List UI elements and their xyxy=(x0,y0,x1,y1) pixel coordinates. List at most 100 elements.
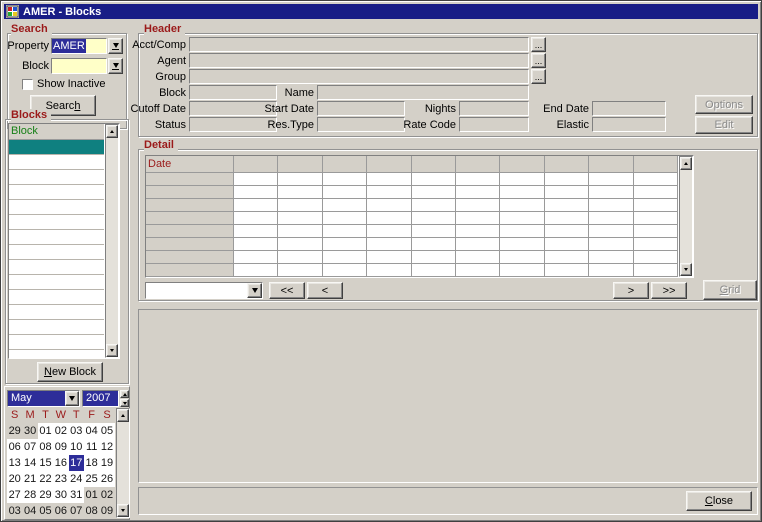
agent-lov-button[interactable]: ... xyxy=(531,53,546,68)
grid-cell[interactable] xyxy=(545,186,589,199)
block-list-row[interactable] xyxy=(9,230,104,245)
grid-cell[interactable] xyxy=(545,225,589,238)
new-block-button[interactable]: New Block xyxy=(37,362,103,382)
grid-button[interactable]: Grid xyxy=(703,280,757,300)
blocks-scrollbar[interactable] xyxy=(105,124,119,358)
calendar-day[interactable]: 01 xyxy=(38,423,53,439)
calendar-day[interactable]: 28 xyxy=(22,487,37,503)
calendar-day[interactable]: 31 xyxy=(69,487,84,503)
calendar-day[interactable]: 09 xyxy=(99,503,114,519)
grid-cell[interactable] xyxy=(500,238,544,251)
calendar-day[interactable]: 05 xyxy=(99,423,114,439)
grid-cell[interactable] xyxy=(500,212,544,225)
grid-cell[interactable] xyxy=(367,238,411,251)
grid-cell[interactable] xyxy=(634,212,678,225)
grid-cell[interactable] xyxy=(589,186,633,199)
grid-cell[interactable] xyxy=(589,212,633,225)
grid-cell[interactable] xyxy=(412,212,456,225)
grid-cell[interactable] xyxy=(456,186,500,199)
block-list-row[interactable] xyxy=(9,140,104,155)
grid-cell[interactable] xyxy=(278,251,322,264)
grid-cell[interactable] xyxy=(412,199,456,212)
block-list-row[interactable] xyxy=(9,155,104,170)
group-lov-button[interactable]: ... xyxy=(531,69,546,84)
grid-cell[interactable] xyxy=(234,225,278,238)
calendar-day[interactable]: 07 xyxy=(22,439,37,455)
elastic-field[interactable] xyxy=(592,117,666,132)
calendar-day[interactable]: 06 xyxy=(7,439,22,455)
calendar-day[interactable]: 01 xyxy=(84,487,99,503)
calendar-day[interactable]: 23 xyxy=(53,471,68,487)
grid-cell[interactable] xyxy=(545,212,589,225)
calendar-month-select[interactable]: May xyxy=(7,390,80,407)
chevron-down-icon[interactable] xyxy=(65,391,79,406)
detail-view-select[interactable] xyxy=(145,282,263,299)
calendar-day[interactable]: 09 xyxy=(53,439,68,455)
chevron-down-icon[interactable] xyxy=(247,283,262,298)
grid-cell[interactable] xyxy=(278,199,322,212)
grid-cell[interactable] xyxy=(634,199,678,212)
end-date-field[interactable] xyxy=(592,101,666,116)
grid-cell[interactable] xyxy=(589,199,633,212)
block-list-row[interactable] xyxy=(9,200,104,215)
calendar-day[interactable]: 29 xyxy=(38,487,53,503)
grid-cell[interactable] xyxy=(367,186,411,199)
calendar-day[interactable]: 11 xyxy=(84,439,99,455)
grid-cell[interactable] xyxy=(278,212,322,225)
grid-cell[interactable] xyxy=(234,173,278,186)
grid-cell[interactable] xyxy=(412,173,456,186)
block-list-row[interactable] xyxy=(9,170,104,185)
nav-prev-button[interactable]: < xyxy=(307,282,343,299)
grid-cell[interactable] xyxy=(500,264,544,277)
grid-cell[interactable] xyxy=(278,238,322,251)
grid-cell[interactable] xyxy=(234,251,278,264)
block-list-row[interactable] xyxy=(9,305,104,320)
grid-cell[interactable] xyxy=(412,264,456,277)
calendar-scrollbar[interactable] xyxy=(116,408,130,518)
grid-cell[interactable] xyxy=(412,225,456,238)
grid-cell[interactable] xyxy=(234,264,278,277)
scroll-down-icon[interactable] xyxy=(680,263,692,276)
grid-cell[interactable] xyxy=(323,173,367,186)
grid-cell[interactable] xyxy=(634,225,678,238)
calendar-day[interactable]: 24 xyxy=(69,471,84,487)
calendar-day[interactable]: 03 xyxy=(69,423,84,439)
block-list-row[interactable] xyxy=(9,275,104,290)
grid-cell[interactable] xyxy=(500,225,544,238)
grid-cell[interactable] xyxy=(634,251,678,264)
calendar-day[interactable]: 21 xyxy=(22,471,37,487)
calendar-day[interactable]: 25 xyxy=(84,471,99,487)
calendar-year-input[interactable]: 2007 xyxy=(82,390,119,407)
grid-cell[interactable] xyxy=(323,238,367,251)
grid-cell[interactable] xyxy=(278,264,322,277)
calendar-day[interactable]: 04 xyxy=(22,503,37,519)
block-list-row[interactable] xyxy=(9,245,104,260)
grid-cell[interactable] xyxy=(412,238,456,251)
calendar-day[interactable]: 29 xyxy=(7,423,22,439)
grid-cell[interactable] xyxy=(589,251,633,264)
nav-next-button[interactable]: > xyxy=(613,282,649,299)
calendar-day[interactable]: 02 xyxy=(99,487,114,503)
calendar-day[interactable]: 26 xyxy=(99,471,114,487)
grid-cell[interactable] xyxy=(367,199,411,212)
grid-cell[interactable] xyxy=(589,173,633,186)
grid-cell[interactable] xyxy=(234,199,278,212)
calendar-day[interactable]: 03 xyxy=(7,503,22,519)
scroll-down-icon[interactable] xyxy=(106,344,118,357)
grid-cell[interactable] xyxy=(367,225,411,238)
title-bar[interactable]: AMER - Blocks xyxy=(4,4,758,19)
calendar-day[interactable]: 04 xyxy=(84,423,99,439)
property-input[interactable]: AMER xyxy=(51,38,107,54)
scroll-down-icon[interactable] xyxy=(117,504,129,517)
block-list-row[interactable] xyxy=(9,260,104,275)
close-button[interactable]: Close xyxy=(686,491,752,511)
grid-cell[interactable] xyxy=(634,264,678,277)
grid-cell[interactable] xyxy=(589,264,633,277)
calendar-day[interactable]: 12 xyxy=(99,439,114,455)
spin-up-icon[interactable] xyxy=(120,390,129,398)
grid-cell[interactable] xyxy=(545,251,589,264)
scroll-up-icon[interactable] xyxy=(117,409,129,422)
options-button[interactable]: Options xyxy=(695,95,753,114)
calendar-day[interactable]: 08 xyxy=(84,503,99,519)
grid-cell[interactable] xyxy=(456,225,500,238)
